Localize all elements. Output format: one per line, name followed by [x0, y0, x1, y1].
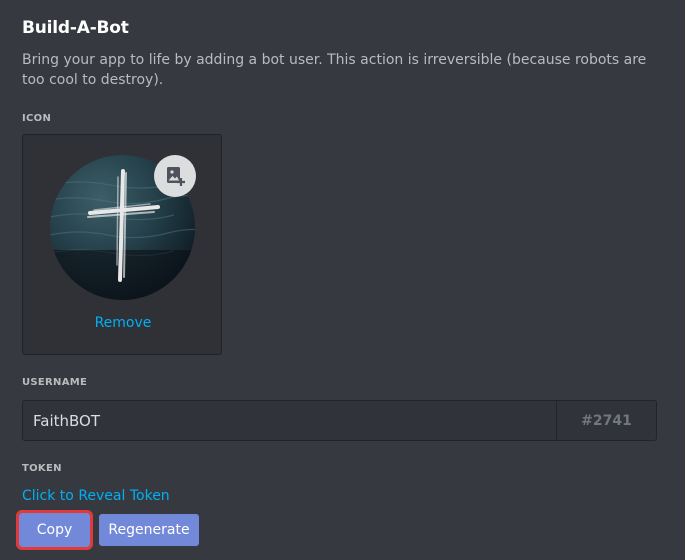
page-title: Build-A-Bot	[22, 18, 129, 38]
copy-token-button[interactable]: Copy	[16, 510, 93, 550]
regenerate-token-button[interactable]: Regenerate	[99, 514, 199, 546]
username-section-label: USERNAME	[22, 377, 88, 388]
discriminator: #2741	[556, 401, 656, 440]
username-field-row: #2741	[22, 400, 657, 441]
icon-section-label: ICON	[22, 113, 52, 124]
image-upload-icon[interactable]	[154, 155, 196, 197]
username-input[interactable]	[23, 401, 556, 440]
remove-icon-link[interactable]: Remove	[23, 315, 223, 331]
build-a-bot-panel: Build-A-Bot Bring your app to life by ad…	[0, 0, 685, 560]
page-description: Bring your app to life by adding a bot u…	[22, 52, 647, 88]
icon-upload-box[interactable]: Remove	[22, 134, 222, 355]
token-section-label: TOKEN	[22, 463, 62, 474]
reveal-token-link[interactable]: Click to Reveal Token	[22, 488, 170, 504]
